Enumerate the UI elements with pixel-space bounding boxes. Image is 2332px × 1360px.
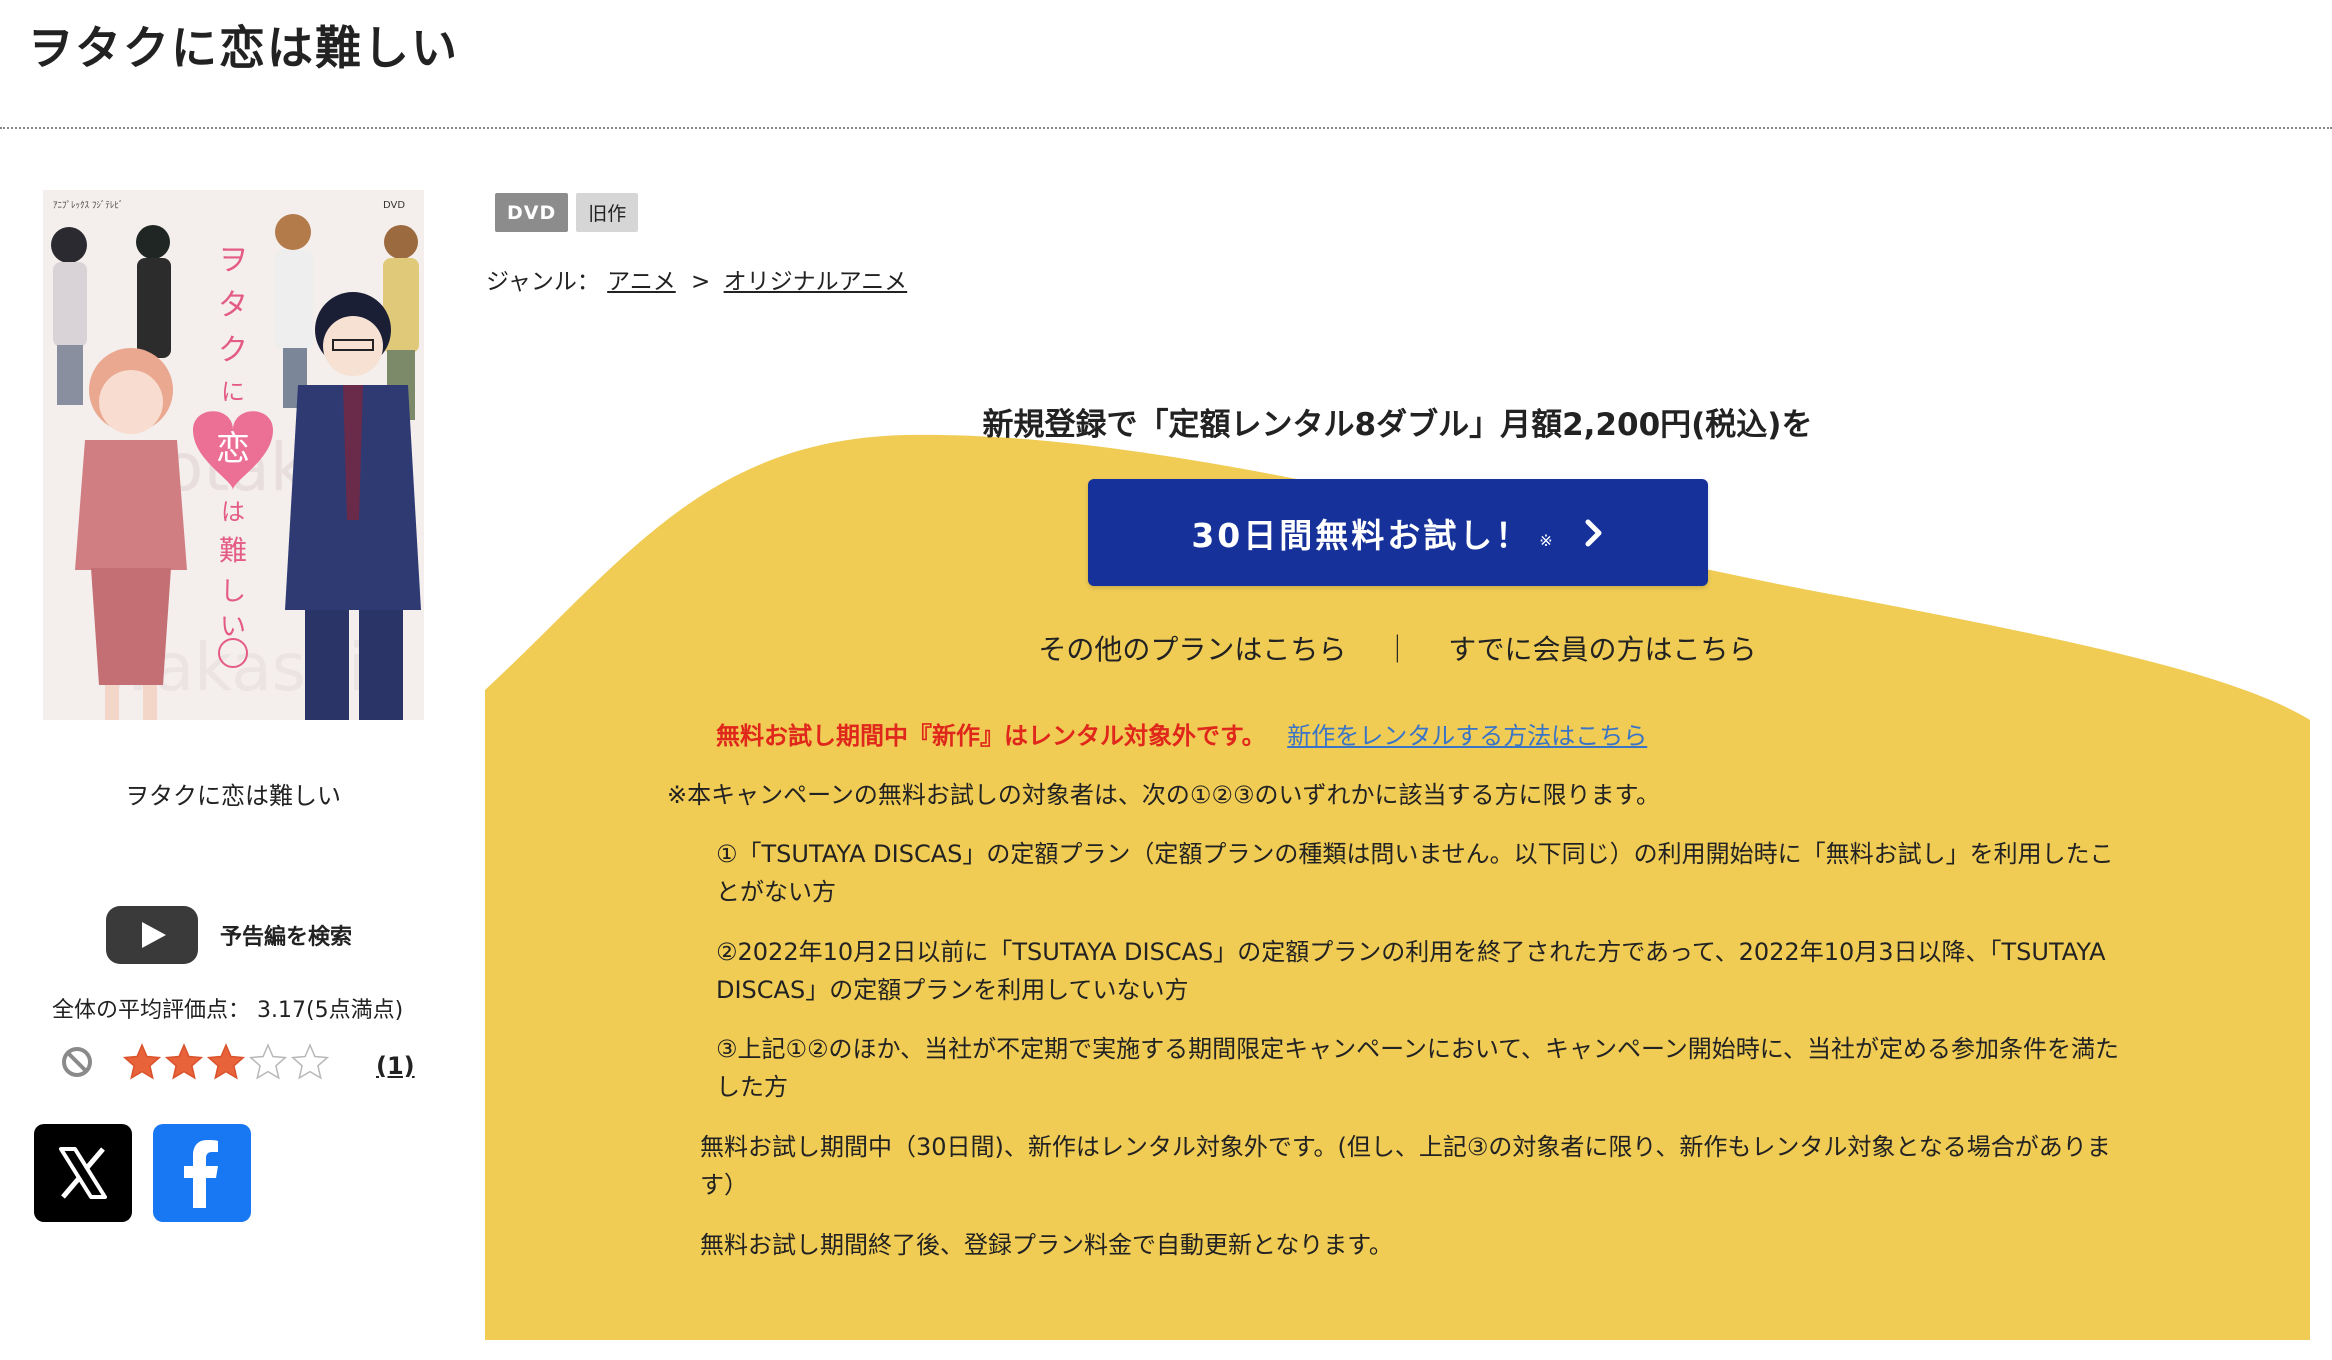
svg-text:は: は (221, 498, 245, 526)
svg-text:ク: ク (218, 333, 248, 368)
work-title[interactable]: ヲタクに恋は難しい (0, 776, 466, 811)
star-empty-icon[interactable] (290, 1042, 330, 1082)
dvd-badge: DVD (495, 193, 569, 232)
genre-breadcrumb: ジャンル： アニメ > オリジナルアニメ (486, 262, 907, 296)
free-trial-note-mark: ※ (1539, 531, 1553, 550)
genre-link-anime[interactable]: アニメ (607, 269, 676, 295)
average-rating-label: 全体の平均評価点： (52, 998, 251, 1023)
svg-text:恋: 恋 (216, 429, 250, 469)
svg-text:い: い (220, 612, 246, 642)
link-separator: ｜ (1383, 633, 1412, 666)
star-filled-icon[interactable] (206, 1042, 246, 1082)
new-release-rental-link[interactable]: 新作をレンタルする方法はこちら (1287, 722, 1647, 750)
auto-renewal-note: 無料お試し期間終了後、登録プラン料金で自動更新となります。 (700, 1231, 1393, 1259)
eligibility-item-1: ①「TSUTAYA DISCAS」の定額プラン（定額プランの種類は問いません。以… (716, 840, 2114, 906)
old-release-badge: 旧作 (576, 193, 639, 232)
new-release-notice: 無料お試し期間中『新作』はレンタル対象外です。 新作をレンタルする方法はこちら (716, 717, 1647, 755)
genre-link-original-anime[interactable]: オリジナルアニメ (724, 269, 908, 295)
free-trial-button[interactable]: 30日間無料お試し！ ※ (1088, 479, 1708, 586)
eligibility-item-2: ②2022年10月2日以前に「TSUTAYA DISCAS」の定額プランの利用を… (716, 938, 2106, 1004)
page-title: ヲタクに恋は難しい (27, 21, 459, 75)
plan-links: その他のプランはこちら ｜ すでに会員の方はこちら (485, 628, 2310, 668)
play-video-icon (106, 906, 198, 964)
trailer-label: 予告編を検索 (220, 925, 353, 950)
media-badges: DVD 旧作 (495, 193, 639, 232)
svg-text:DVD: DVD (383, 200, 405, 211)
eligibility-note: ※本キャンペーンの無料お試しの対象者は、次の①②③のいずれかに該当する方に限りま… (667, 781, 1661, 809)
svg-text:ｱﾆﾌﾟﾚｯｸｽ ﾌｼﾞﾃﾚﾋﾞ: ｱﾆﾌﾟﾚｯｸｽ ﾌｼﾞﾃﾚﾋﾞ (53, 200, 123, 211)
rating-row (60, 1042, 330, 1082)
trailer-search-button[interactable]: 予告編を検索 (106, 906, 352, 964)
chevron-right-icon (1585, 519, 1602, 546)
new-release-warning: 無料お試し期間中『新作』はレンタル対象外です。 (716, 722, 1266, 750)
average-rating-value: 3.17(5点満点) (257, 998, 404, 1023)
cover-illustration: Wotakoi wakashi ヲ タ ク に 恋 は 難 し い (43, 190, 424, 720)
facebook-logo-icon (184, 1140, 218, 1208)
other-plans-link[interactable]: その他のプランはこちら (1038, 633, 1346, 666)
svg-text:し: し (220, 577, 246, 607)
eligibility-item-3: ③上記①②のほか、当社が不定期で実施する期間限定キャンペーンにおいて、キャンペー… (716, 1035, 2120, 1101)
star-rating[interactable] (122, 1042, 330, 1082)
promo-headline: 新規登録で「定額レンタル8ダブル」月額2,200円(税込)を (982, 407, 1813, 443)
clear-rating-icon[interactable] (60, 1045, 94, 1079)
share-x-button[interactable] (34, 1124, 132, 1222)
svg-text:タ: タ (218, 288, 248, 323)
svg-text:ヲ: ヲ (218, 243, 248, 278)
genre-label: ジャンル： (486, 269, 600, 295)
star-empty-icon[interactable] (248, 1042, 288, 1082)
trial-period-note: 無料お試し期間中（30日間)、新作はレンタル対象外です。(但し、上記③の対象者に… (700, 1133, 2111, 1199)
free-trial-label: 30日間無料お試し！ (1191, 515, 1532, 555)
share-facebook-button[interactable] (153, 1124, 251, 1222)
title-divider (0, 127, 2332, 129)
svg-text:に: に (221, 378, 245, 406)
star-filled-icon[interactable] (164, 1042, 204, 1082)
star-filled-icon[interactable] (122, 1042, 162, 1082)
cover-image[interactable]: Wotakoi wakashi ヲ タ ク に 恋 は 難 し い (43, 190, 424, 720)
x-logo-icon (59, 1147, 107, 1199)
member-login-link[interactable]: すでに会員の方はこちら (1448, 633, 1756, 666)
svg-text:難: 難 (219, 534, 247, 567)
review-count-link[interactable]: (1) (376, 1052, 415, 1080)
average-rating: 全体の平均評価点： 3.17(5点満点) (52, 992, 403, 1024)
genre-separator: > (691, 269, 711, 295)
